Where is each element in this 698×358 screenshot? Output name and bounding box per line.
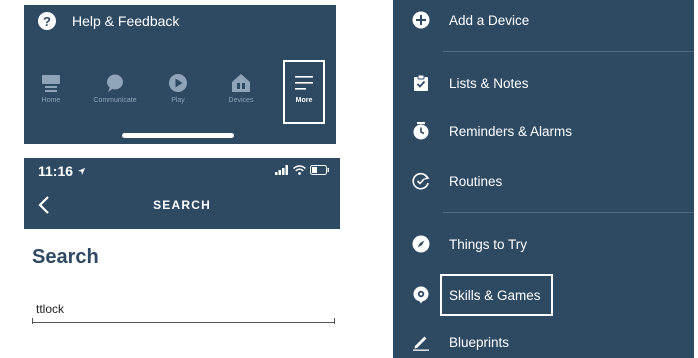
nav-item-home[interactable]: Home: [24, 73, 81, 104]
nav-label-devices: Devices: [228, 97, 254, 104]
menu-divider: [443, 51, 694, 52]
nav-label-home: Home: [41, 97, 61, 104]
search-input[interactable]: [32, 293, 335, 323]
menu-label: Add a Device: [449, 12, 530, 28]
battery-icon: [310, 165, 329, 175]
alarm-clock-icon: [413, 122, 429, 140]
pencil-icon: [413, 336, 429, 351]
menu-item-add-device[interactable]: Add a Device: [393, 0, 694, 40]
play-icon: [169, 74, 187, 92]
question-circle-icon: ?: [38, 12, 56, 30]
search-header: SEARCH: [24, 183, 340, 229]
status-bar: 11:16: [24, 158, 340, 183]
help-feedback-label: Help & Feedback: [72, 13, 180, 29]
nav-item-devices[interactable]: Devices: [211, 73, 271, 104]
menu-label: Lists & Notes: [449, 75, 529, 91]
nav-item-play[interactable]: Play: [148, 73, 208, 104]
page-title: SEARCH: [153, 198, 211, 212]
nav-label-communicate: Communicate: [93, 97, 137, 104]
menu-item-blueprints[interactable]: Blueprints: [393, 322, 694, 358]
wifi-icon: [293, 165, 306, 175]
skills-games-highlight-box: [440, 274, 553, 316]
skills-bubble-icon: [413, 286, 429, 304]
devices-house-icon: [232, 74, 250, 92]
chat-bubble-icon: [107, 74, 123, 92]
search-screen: 11:16 SEARCH Search ttlock: [24, 158, 340, 338]
compass-icon: [412, 235, 430, 253]
menu-label: Things to Try: [449, 236, 528, 252]
routine-check-icon: [412, 172, 430, 190]
search-field-edge-left: [32, 318, 33, 324]
nav-label-play: Play: [171, 97, 185, 104]
menu-label: Reminders & Alarms: [449, 123, 573, 139]
cellular-signal-icon: [275, 165, 288, 175]
menu-label: Blueprints: [449, 334, 510, 350]
menu-item-routines[interactable]: Routines: [393, 161, 694, 201]
more-menu-screen: Add a Device Lists & Notes Reminders & A…: [393, 0, 694, 358]
menu-label: Routines: [449, 173, 503, 189]
menu-item-reminders-alarms[interactable]: Reminders & Alarms: [393, 111, 694, 151]
nav-item-communicate[interactable]: Communicate: [85, 73, 145, 104]
home-icon: [42, 75, 60, 92]
help-feedback-row[interactable]: ? Help & Feedback: [38, 7, 179, 35]
more-tab-highlight-box: [283, 60, 325, 124]
menu-item-lists-notes[interactable]: Lists & Notes: [393, 63, 694, 103]
status-time: 11:16: [38, 163, 86, 179]
search-field-edge-right: [334, 318, 335, 324]
status-icons: [275, 165, 330, 175]
home-indicator-bar: [122, 133, 234, 138]
plus-circle-icon: [412, 11, 430, 29]
location-arrow-icon: [77, 167, 86, 176]
menu-divider: [443, 212, 694, 213]
clipboard-check-icon: [414, 74, 428, 91]
more-tab-screen: ? Help & Feedback Home Communicate Play: [24, 5, 336, 144]
search-heading: Search: [32, 246, 99, 268]
menu-item-things-to-try[interactable]: Things to Try: [393, 224, 694, 264]
